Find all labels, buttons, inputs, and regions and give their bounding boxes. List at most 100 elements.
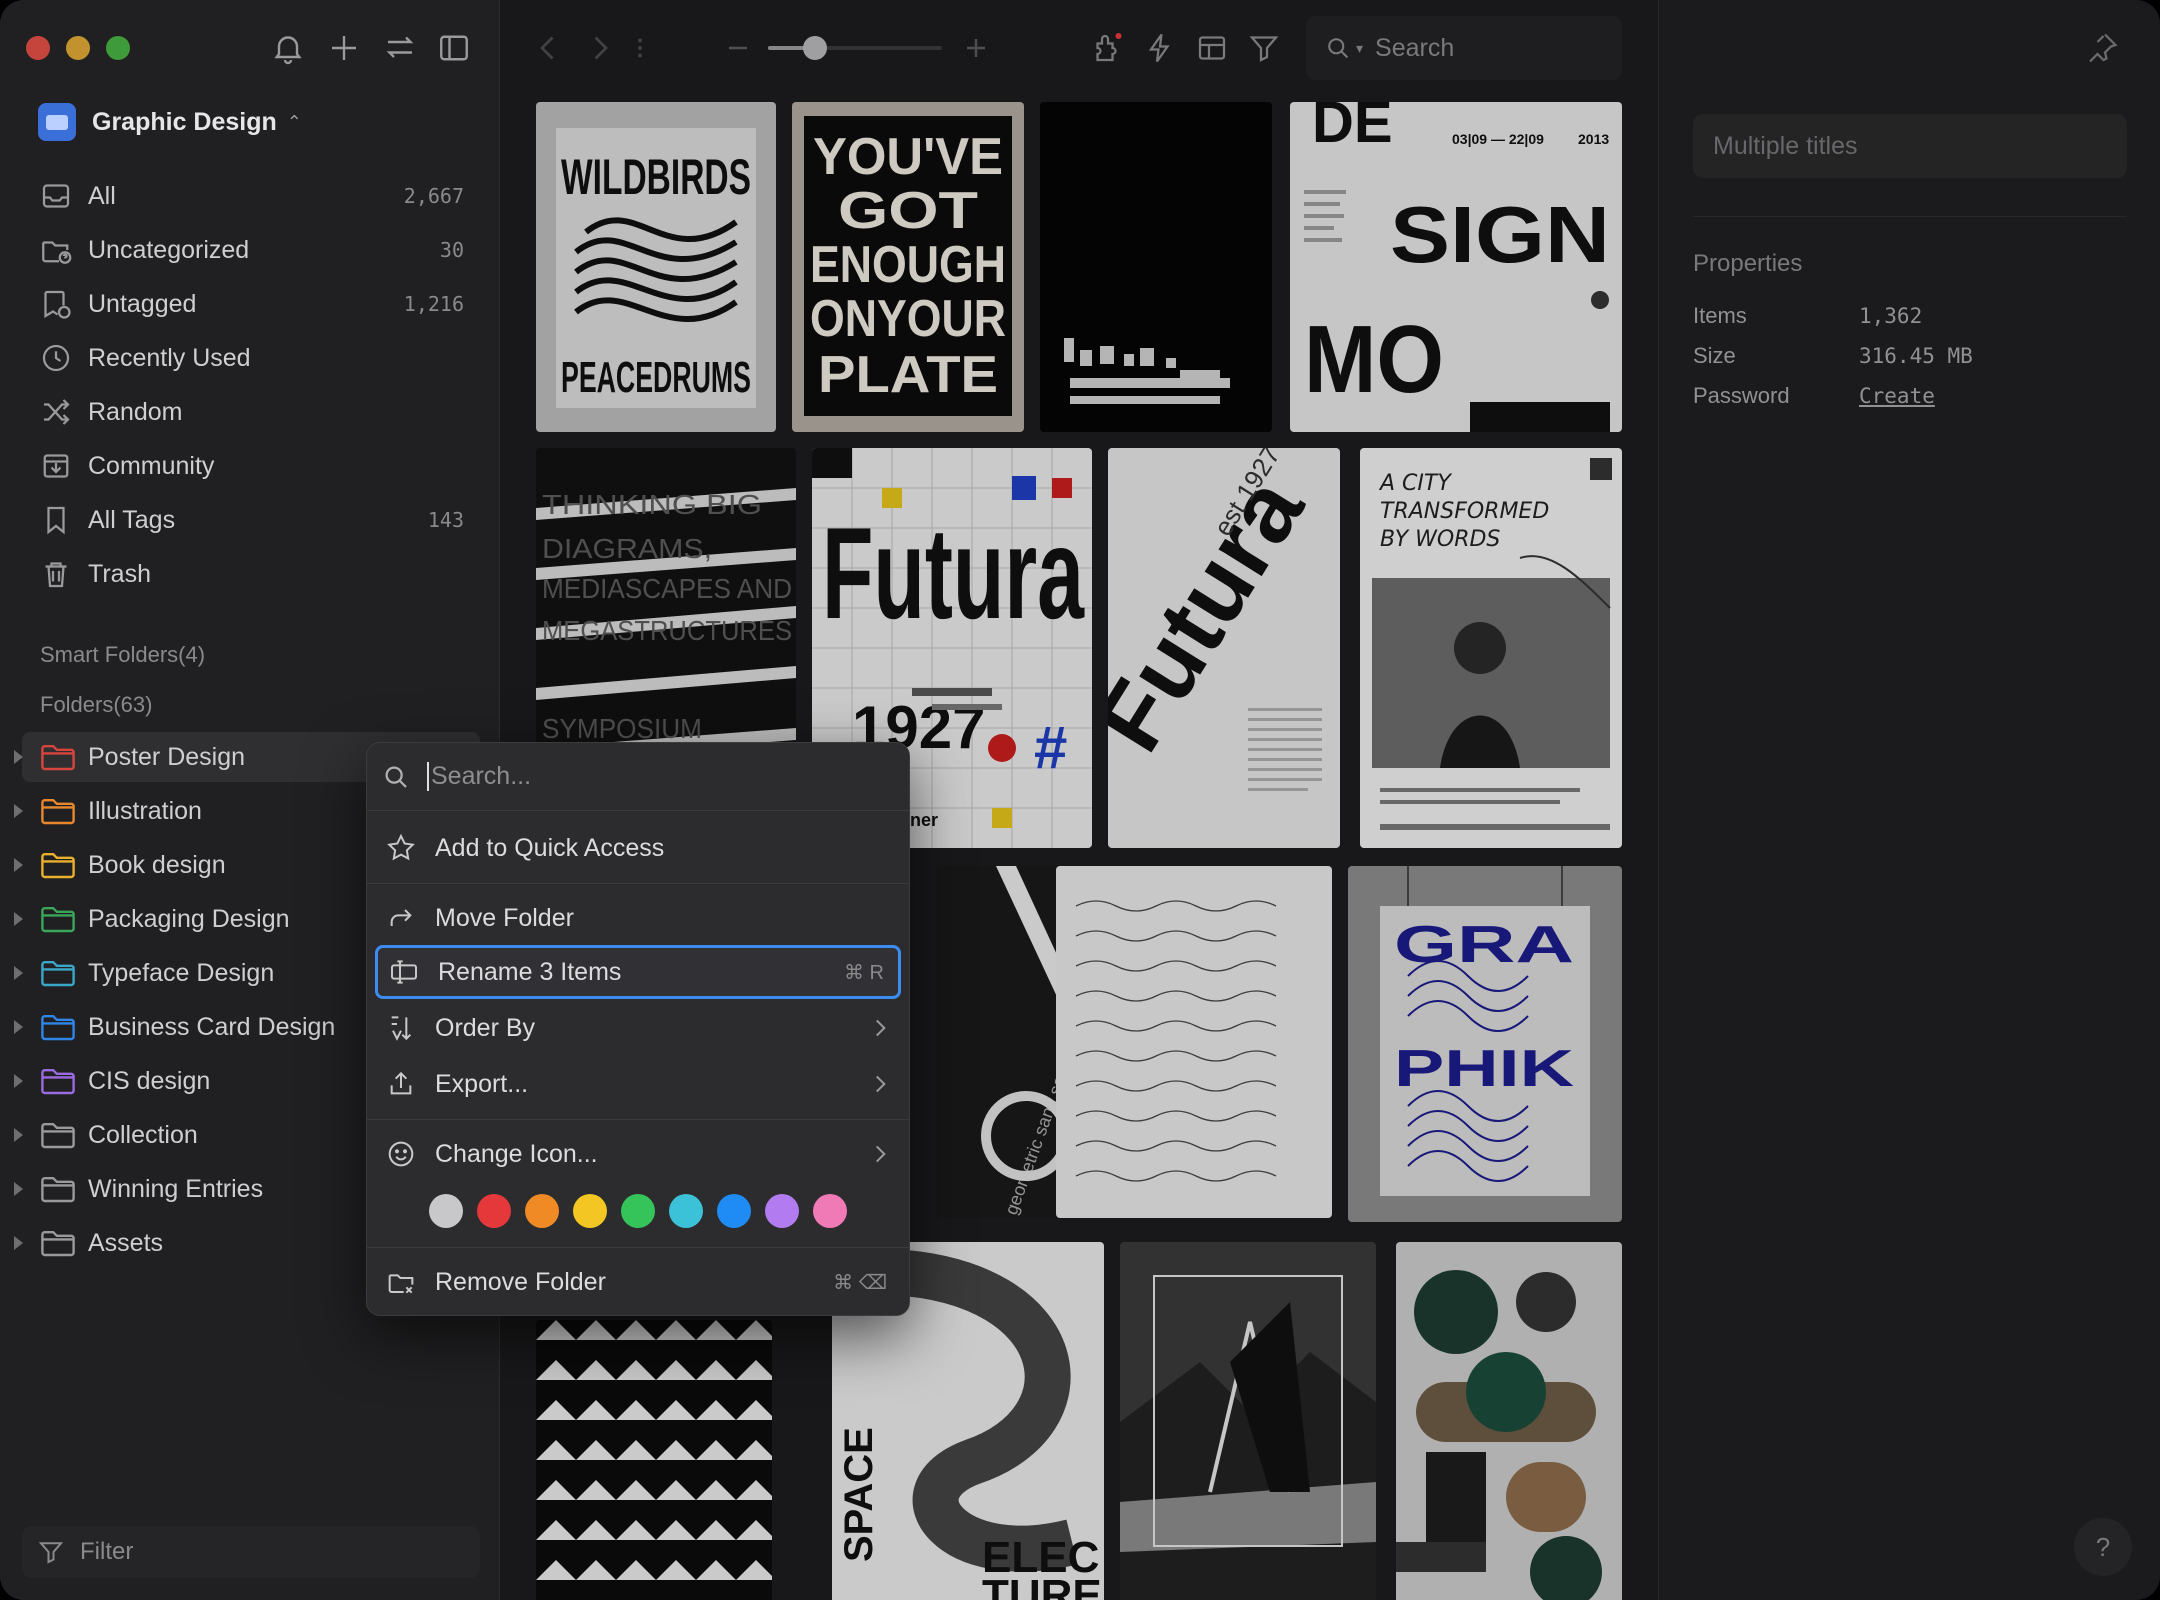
back-icon[interactable]	[530, 30, 566, 66]
window-close-button[interactable]	[26, 36, 50, 60]
nav-item-trash[interactable]: Trash	[38, 552, 468, 596]
design-line-3: MO	[1304, 306, 1444, 413]
disclosure-triangle-icon[interactable]	[14, 1182, 23, 1196]
thumbnail-design-poster[interactable]: DE 03|09 — 22|09 2013 SIGN MO	[1290, 102, 1622, 432]
disclosure-triangle-icon[interactable]	[14, 1020, 23, 1034]
filter-input[interactable]	[80, 1538, 460, 1566]
design-year: 2013	[1578, 131, 1609, 147]
create-password-link[interactable]: Create	[1859, 384, 1935, 408]
nav-item-uncategorized[interactable]: Uncategorized 30	[38, 228, 468, 272]
chevron-updown-icon: ⌃	[286, 111, 302, 132]
disclosure-triangle-icon[interactable]	[14, 1236, 23, 1250]
search-box: ▾	[1306, 16, 1622, 80]
disclosure-triangle-icon[interactable]	[14, 804, 23, 818]
library-name: Graphic Design	[92, 107, 277, 136]
folder-remove-icon	[388, 1274, 414, 1294]
sidebar-toggle-icon[interactable]	[436, 30, 472, 66]
property-key: Items	[1693, 303, 1747, 328]
filter-funnel-icon[interactable]	[1246, 30, 1282, 66]
menu-separator	[367, 883, 909, 884]
color-swatch-blue[interactable]	[717, 1194, 751, 1228]
thumbnail-wildbirds-poster[interactable]: WILDBIRDS PEACEDRUMS	[536, 102, 776, 432]
chevron-down-icon[interactable]: ▾	[1356, 40, 1363, 57]
lightning-icon[interactable]	[1142, 30, 1178, 66]
menu-shortcut: ⌘ ⌫	[833, 1271, 887, 1294]
nav-item-random[interactable]: Random	[38, 390, 468, 434]
search-icon	[1328, 38, 1349, 59]
search-input[interactable]	[1375, 33, 1596, 63]
disclosure-triangle-icon[interactable]	[14, 1128, 23, 1142]
zoom-out-icon[interactable]	[720, 30, 756, 66]
search-icon	[385, 766, 407, 788]
forward-icon[interactable]	[582, 30, 618, 66]
nav-item-all-tags[interactable]: All Tags 143	[38, 498, 468, 542]
library-switcher[interactable]: Graphic Design ⌃	[38, 102, 302, 142]
color-swatch-green[interactable]	[621, 1194, 655, 1228]
thumbnail-futura-diagonal-poster[interactable]: Futura est 1927	[1108, 448, 1340, 848]
thumbnail-graphik-poster[interactable]: GRA PHIK	[1348, 866, 1622, 1222]
color-swatch-red[interactable]	[477, 1194, 511, 1228]
city-line-3: BY WORDS	[1380, 527, 1500, 552]
color-swatch-orange[interactable]	[525, 1194, 559, 1228]
pin-icon[interactable]	[2084, 30, 2120, 66]
bell-icon[interactable]	[270, 30, 306, 66]
color-swatch-purple[interactable]	[765, 1194, 799, 1228]
menu-item-add-quick-access[interactable]: Add to Quick Access	[375, 821, 901, 875]
color-swatch-pink[interactable]	[813, 1194, 847, 1228]
title-field[interactable]	[1693, 114, 2127, 178]
thinking-line-4: MEGASTRUCTURES	[542, 615, 792, 646]
properties-title: Properties	[1693, 250, 1803, 277]
window-minimize-button[interactable]	[66, 36, 90, 60]
disclosure-triangle-icon[interactable]	[14, 858, 23, 872]
extensions-icon[interactable]	[1090, 30, 1126, 66]
chevron-right-icon	[876, 1075, 886, 1093]
color-swatch-cyan[interactable]	[669, 1194, 703, 1228]
nav-item-untagged[interactable]: Untagged 1,216	[38, 282, 468, 326]
nav-item-recently-used[interactable]: Recently Used	[38, 336, 468, 380]
folder-label: Typeface Design	[88, 958, 275, 987]
graphik-line-2: PHIK	[1394, 1040, 1575, 1098]
city-line-1: A CITY	[1378, 471, 1452, 496]
help-button[interactable]: ?	[2074, 1518, 2132, 1576]
smiley-icon	[388, 1141, 414, 1167]
shuffle-icon	[38, 394, 74, 430]
layout-icon[interactable]	[1194, 30, 1230, 66]
menu-item-rename[interactable]: Rename 3 Items ⌘ R	[375, 945, 901, 999]
menu-item-export[interactable]: Export...	[375, 1057, 901, 1111]
menu-item-move-folder[interactable]: Move Folder	[375, 891, 901, 945]
smart-folders-header[interactable]: Smart Folders(4)	[40, 642, 205, 668]
nav-item-all[interactable]: All 2,667	[38, 174, 468, 218]
thumbnail-city-words-poster[interactable]: A CITY TRANSFORMED BY WORDS	[1360, 448, 1622, 848]
thumbnail-black-typography[interactable]	[1040, 102, 1272, 432]
futura-grid-word: Futura	[822, 500, 1085, 646]
thumbnail-colorful-shapes-poster[interactable]	[1396, 1242, 1622, 1600]
window-maximize-button[interactable]	[106, 36, 130, 60]
sync-arrows-icon[interactable]	[382, 30, 418, 66]
disclosure-triangle-icon[interactable]	[14, 1074, 23, 1088]
thumbnail-enough-poster[interactable]: YOU'VE GOT ENOUGH ONYOUR PLATE	[792, 102, 1024, 432]
peacedrums-title: PEACEDRUMS	[561, 353, 751, 402]
disclosure-triangle-icon[interactable]	[14, 912, 23, 926]
thumbnail-triangle-pattern-poster[interactable]	[536, 1320, 772, 1600]
more-vertical-icon[interactable]	[622, 30, 642, 66]
zoom-slider-knob[interactable]	[802, 36, 827, 60]
disclosure-triangle-icon[interactable]	[14, 966, 23, 980]
zoom-in-icon[interactable]	[958, 30, 994, 66]
menu-label: Change Icon...	[435, 1139, 598, 1168]
nav-item-community[interactable]: Community	[38, 444, 468, 488]
thinking-line-5: SYMPOSIUM	[542, 713, 702, 744]
plus-icon[interactable]	[326, 30, 362, 66]
thumbnail-mountain-photo-poster[interactable]	[1120, 1242, 1376, 1600]
color-swatch-gray[interactable]	[429, 1194, 463, 1228]
enough-line-1: YOU'VE	[813, 128, 1003, 186]
menu-item-change-icon[interactable]: Change Icon...	[375, 1127, 901, 1181]
menu-item-order-by[interactable]: Order By	[375, 1001, 901, 1055]
wildbirds-title: WILDBIRDS	[561, 149, 751, 205]
menu-item-remove-folder[interactable]: Remove Folder ⌘ ⌫	[375, 1255, 901, 1309]
disclosure-triangle-icon[interactable]	[14, 750, 23, 764]
color-swatch-yellow[interactable]	[573, 1194, 607, 1228]
menu-search-input[interactable]	[427, 762, 867, 791]
property-value: 1,362	[1859, 304, 1923, 328]
thumbnail-handwritten-voice-poster[interactable]	[1056, 866, 1332, 1218]
folders-header[interactable]: Folders(63)	[40, 692, 152, 718]
